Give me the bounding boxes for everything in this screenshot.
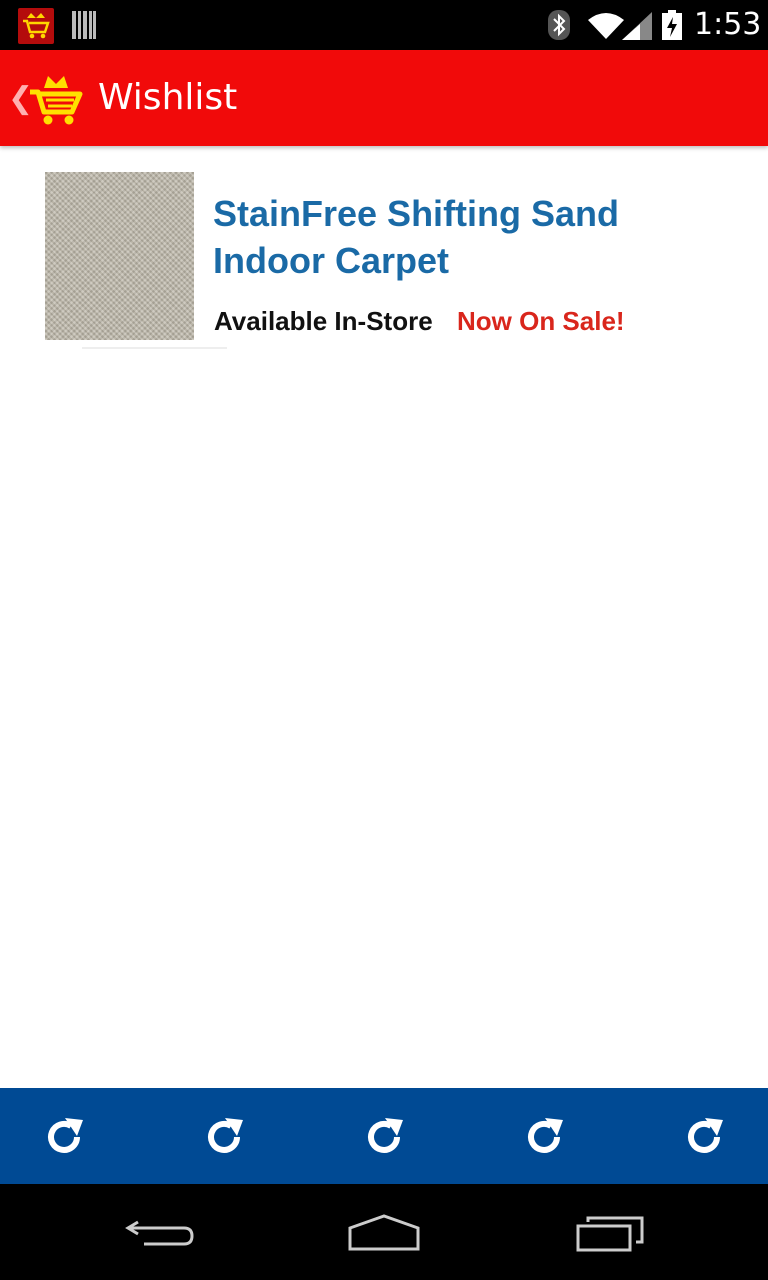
bottom-toolbar — [0, 1088, 768, 1184]
refresh-icon[interactable] — [361, 1114, 407, 1160]
battery-icon — [662, 10, 682, 40]
sale-label: Now On Sale! — [457, 306, 625, 336]
home-icon[interactable] — [346, 1212, 422, 1252]
refresh-icon[interactable] — [521, 1114, 567, 1160]
cart-logo-icon[interactable] — [28, 70, 84, 126]
status-bar: 1:53 — [0, 0, 768, 50]
page-title: Wishlist — [98, 77, 238, 118]
app-notification-icon — [18, 8, 54, 44]
product-thumbnail[interactable] — [45, 172, 194, 340]
refresh-icon[interactable] — [681, 1114, 727, 1160]
refresh-icon[interactable] — [41, 1114, 87, 1160]
status-clock: 1:53 — [694, 7, 762, 42]
bluetooth-icon — [548, 10, 570, 40]
availability-label: Available In-Store — [214, 306, 433, 336]
signal-icon — [622, 12, 652, 40]
product-title[interactable]: StainFree Shifting Sand Indoor Carpet — [213, 190, 713, 284]
refresh-icon[interactable] — [201, 1114, 247, 1160]
wifi-icon — [588, 13, 624, 39]
wishlist-item[interactable]: StainFree Shifting Sand Indoor Carpet Av… — [0, 150, 768, 355]
system-nav-bar — [0, 1184, 768, 1280]
item-divider — [82, 347, 227, 349]
action-bar: ❮ Wishlist — [0, 50, 768, 146]
barcode-icon — [72, 11, 96, 39]
recents-icon[interactable] — [574, 1212, 646, 1252]
back-icon[interactable] — [124, 1212, 196, 1252]
